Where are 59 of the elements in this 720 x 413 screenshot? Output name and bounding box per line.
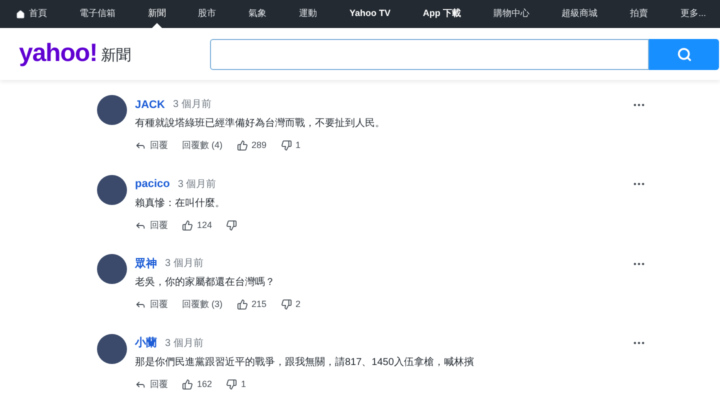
nav-link[interactable]: 拍賣 xyxy=(630,0,648,28)
like-button[interactable]: 289 xyxy=(236,139,267,152)
dislike-button[interactable]: 1 xyxy=(280,139,301,152)
thumbs-down-icon xyxy=(280,140,292,152)
avatar xyxy=(97,174,127,204)
reply-link[interactable]: 回覆 xyxy=(135,139,168,152)
search-field[interactable] xyxy=(210,38,650,70)
nav-link[interactable]: 電子信箱 xyxy=(79,0,116,28)
reply-icon xyxy=(135,220,146,231)
home-icon xyxy=(16,10,25,18)
avatar xyxy=(97,95,127,125)
avatar xyxy=(97,254,127,284)
nav-link[interactable]: 運動 xyxy=(299,0,318,28)
comment-author[interactable]: JACK xyxy=(135,98,165,112)
comment-author[interactable]: 小蘭 xyxy=(135,336,157,350)
comment-text: 老吳，你的家屬都還在台灣嗎？ xyxy=(135,276,276,290)
thumbs-down-icon xyxy=(280,299,292,310)
dislike-button[interactable]: 2 xyxy=(280,298,301,312)
thumbs-up-icon xyxy=(236,140,248,152)
nav-link[interactable]: 購物中心 xyxy=(493,0,530,28)
like-button[interactable]: 215 xyxy=(236,298,267,312)
section-title: 新聞 xyxy=(101,46,132,66)
comment-time: 3 個月前 xyxy=(178,178,216,192)
nav-link[interactable]: 股市 xyxy=(198,0,216,28)
reply-link[interactable]: 回覆 xyxy=(135,378,168,391)
nav-link[interactable]: App 下載 xyxy=(422,0,461,28)
thumbs-up-icon xyxy=(236,299,248,310)
comment-time: 3 個月前 xyxy=(172,98,212,112)
thumbs-up-icon xyxy=(182,378,193,390)
reply-icon xyxy=(135,299,146,310)
reply-link[interactable]: 回覆 xyxy=(135,218,168,232)
thumbs-up-icon xyxy=(182,220,193,231)
comment-time: 3 個月前 xyxy=(165,257,204,271)
comment-text: 那是你們民進黨跟習近平的戰爭，跟我無關，請817、1450入伍拿槍，喊林擯 xyxy=(135,356,475,370)
search-icon xyxy=(676,46,692,62)
reply-count-link[interactable]: 回覆數 (4) xyxy=(182,139,222,152)
nav-link[interactable]: 氣象 xyxy=(248,0,267,28)
search-button[interactable] xyxy=(649,38,720,70)
reply-link[interactable]: 回覆 xyxy=(135,298,168,312)
comment-time: 3 個月前 xyxy=(165,336,204,350)
dislike-button[interactable] xyxy=(226,220,238,231)
like-button[interactable]: 162 xyxy=(182,378,212,391)
dislike-button[interactable]: 1 xyxy=(226,378,246,391)
like-button[interactable]: 124 xyxy=(182,218,212,232)
thumbs-down-icon xyxy=(226,220,238,231)
nav-link[interactable]: Yahoo TV xyxy=(349,0,390,28)
yahoo-logo: yahoo! xyxy=(19,38,98,70)
comment-text: 賴真慘：在叫什麼。 xyxy=(135,196,226,210)
reply-icon xyxy=(135,378,146,390)
avatar xyxy=(97,334,127,364)
thumbs-down-icon xyxy=(226,378,238,390)
comment-text: 有種就說塔綠班已經準備好為台灣而戰，不要扯到人民。 xyxy=(135,116,386,131)
nav-link[interactable]: 更多... xyxy=(680,0,706,28)
reply-icon xyxy=(135,140,146,152)
comment-author[interactable]: 眾神 xyxy=(135,256,157,270)
nav-link[interactable]: 首頁 xyxy=(16,0,47,28)
comment-author[interactable]: pacico xyxy=(135,177,170,191)
nav-link[interactable]: 超級商城 xyxy=(562,0,598,28)
reply-count-link[interactable]: 回覆數 (3) xyxy=(182,298,222,312)
